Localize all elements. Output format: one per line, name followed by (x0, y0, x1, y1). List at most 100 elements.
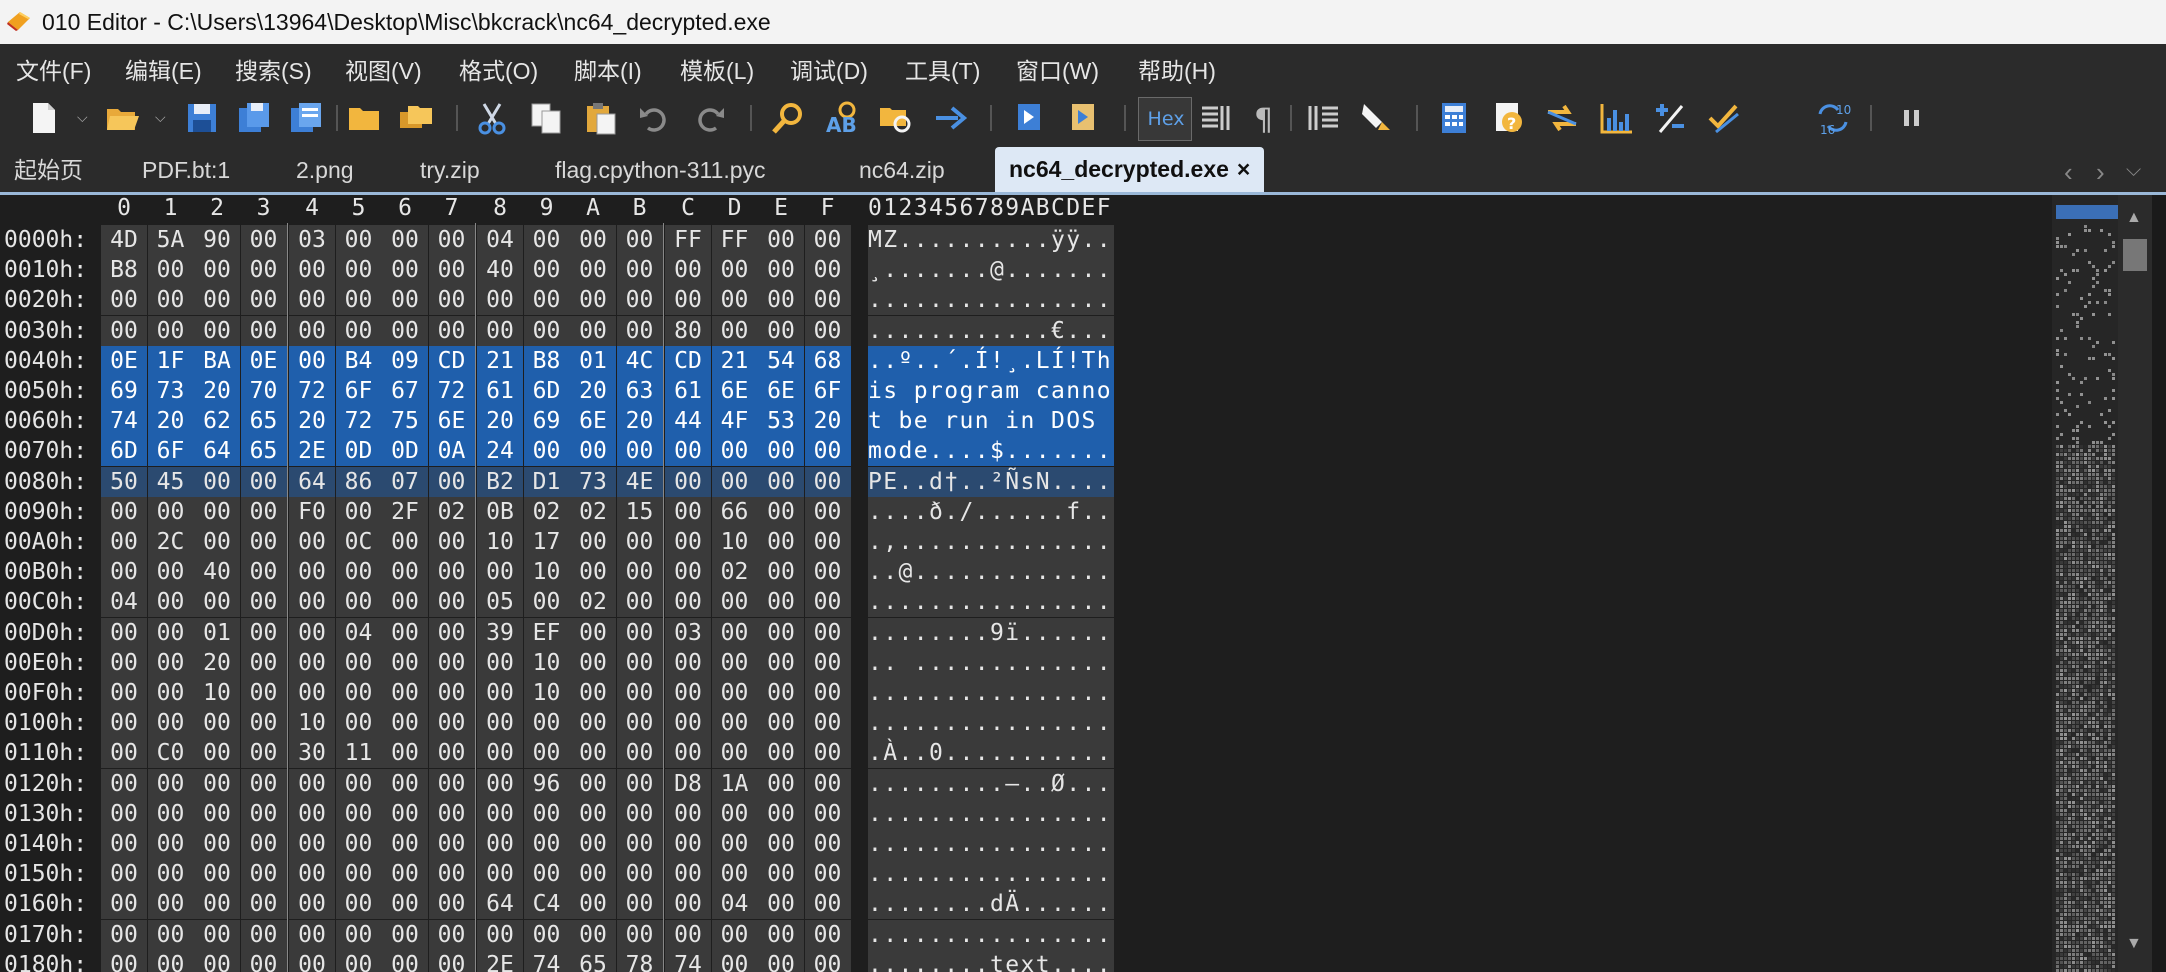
hex-byte[interactable]: 00 (665, 889, 711, 920)
hex-byte[interactable]: 00 (665, 708, 711, 739)
hex-byte[interactable]: 00 (665, 919, 711, 950)
hex-byte[interactable]: 00 (289, 587, 335, 618)
hex-byte[interactable]: 4C (616, 345, 663, 376)
hex-byte[interactable]: 00 (335, 798, 382, 829)
undo-icon[interactable] (636, 100, 672, 136)
hex-byte[interactable]: D1 (523, 466, 570, 497)
hex-byte[interactable]: 00 (758, 919, 804, 950)
hex-byte[interactable]: 00 (147, 859, 194, 890)
hex-byte[interactable]: 00 (804, 798, 851, 829)
hex-byte[interactable]: 00 (523, 436, 570, 467)
hex-byte[interactable]: 00 (804, 678, 851, 708)
hex-byte[interactable]: 00 (711, 436, 758, 467)
hex-byte[interactable]: 00 (147, 678, 194, 708)
hex-byte[interactable]: 00 (711, 708, 758, 739)
hex-byte[interactable]: 00 (758, 496, 804, 527)
hex-byte[interactable]: 00 (428, 889, 475, 920)
hex-byte[interactable]: 00 (665, 587, 711, 618)
hex-byte[interactable]: 00 (240, 889, 287, 920)
compare-icon[interactable] (1544, 100, 1580, 136)
hex-byte[interactable]: 00 (428, 255, 475, 286)
hex-byte[interactable]: 00 (240, 557, 287, 588)
hex-byte[interactable]: 00 (335, 587, 382, 618)
hex-byte[interactable]: 0C (335, 527, 382, 557)
open-folder-dropdown-icon[interactable]: ⌵ (155, 109, 166, 126)
hex-byte[interactable]: 00 (428, 527, 475, 557)
hex-byte[interactable]: 80 (665, 315, 711, 346)
hex-byte[interactable]: 00 (665, 436, 711, 467)
hex-byte[interactable]: 00 (523, 285, 570, 316)
hex-byte[interactable]: 00 (382, 708, 428, 739)
help-doc-icon[interactable]: ? (1490, 100, 1526, 136)
hex-byte[interactable]: 6F (147, 436, 194, 467)
close-tab-icon[interactable]: × (1237, 156, 1250, 182)
hex-byte[interactable]: 00 (711, 798, 758, 829)
hex-byte[interactable]: B8 (523, 345, 570, 376)
hex-byte[interactable]: 6F (335, 376, 382, 406)
hex-byte[interactable]: 00 (477, 315, 523, 346)
hex-byte[interactable]: 00 (194, 859, 240, 890)
hex-byte[interactable]: EF (523, 617, 570, 648)
hex-byte[interactable]: 00 (335, 285, 382, 316)
hex-byte[interactable]: 00 (147, 496, 194, 527)
hex-byte[interactable]: 61 (477, 376, 523, 406)
scroll-up-icon[interactable]: ▲ (2126, 209, 2142, 227)
ascii-cell[interactable]: ........9ï...... (868, 617, 1114, 648)
tab-start-page[interactable]: 起始页 (14, 149, 83, 192)
hex-byte[interactable]: 00 (804, 889, 851, 920)
ascii-cell[interactable]: ................ (868, 798, 1114, 829)
hex-byte[interactable]: 00 (665, 527, 711, 557)
hex-byte[interactable]: 00 (101, 285, 147, 316)
hex-byte[interactable]: 05 (477, 587, 523, 618)
hex-byte[interactable]: 00 (147, 708, 194, 739)
hex-byte[interactable]: 00 (335, 557, 382, 588)
hex-byte[interactable]: 20 (147, 406, 194, 437)
hex-byte[interactable]: 54 (758, 345, 804, 376)
hex-byte[interactable]: 24 (477, 436, 523, 467)
hex-byte[interactable]: 00 (804, 647, 851, 678)
hex-byte[interactable]: 00 (289, 889, 335, 920)
hex-byte[interactable]: 1F (147, 345, 194, 376)
hex-byte[interactable]: 00 (335, 949, 382, 972)
hex-byte[interactable]: 00 (428, 647, 475, 678)
hex-byte[interactable]: 00 (477, 829, 523, 859)
hex-byte[interactable]: 00 (758, 768, 804, 799)
hex-byte[interactable]: B4 (335, 345, 382, 376)
hex-byte[interactable]: 10 (523, 678, 570, 708)
run-template-icon[interactable] (1066, 100, 1102, 136)
hex-byte[interactable]: 10 (289, 708, 335, 739)
hex-byte[interactable]: 00 (616, 738, 663, 769)
hex-byte[interactable]: 00 (335, 678, 382, 708)
hex-byte[interactable]: 00 (335, 859, 382, 890)
hex-byte[interactable]: FF (665, 225, 711, 255)
hex-byte[interactable]: 00 (477, 859, 523, 890)
hex-byte[interactable]: 00 (804, 496, 851, 527)
hex-byte[interactable]: 00 (711, 647, 758, 678)
hex-byte[interactable]: 00 (428, 557, 475, 588)
hex-byte[interactable]: 73 (147, 376, 194, 406)
hex-byte[interactable]: 00 (194, 496, 240, 527)
hex-byte[interactable]: 65 (570, 949, 616, 972)
hex-byte[interactable]: 00 (194, 889, 240, 920)
hex-byte[interactable]: 00 (616, 255, 663, 286)
hex-byte[interactable]: 00 (382, 255, 428, 286)
copy-doc-icon[interactable] (288, 100, 324, 136)
ascii-cell[interactable]: .. ............. (868, 647, 1114, 678)
hex-byte[interactable]: 00 (804, 919, 851, 950)
hex-byte[interactable]: 00 (616, 436, 663, 467)
hex-byte[interactable]: 69 (523, 406, 570, 437)
hex-byte[interactable]: 00 (240, 678, 287, 708)
ascii-cell[interactable]: ..@............. (868, 557, 1114, 588)
hex-byte[interactable]: 00 (335, 255, 382, 286)
hex-byte[interactable]: 00 (570, 889, 616, 920)
hex-byte[interactable]: 6E (711, 376, 758, 406)
tab-flag-pyc[interactable]: flag.cpython-311.pyc (555, 149, 766, 192)
hex-byte[interactable]: 00 (616, 647, 663, 678)
hex-byte[interactable]: 72 (289, 376, 335, 406)
hex-byte[interactable]: 20 (194, 376, 240, 406)
pilcrow-icon[interactable]: ¶ (1250, 100, 1286, 136)
hex-byte[interactable]: 00 (758, 738, 804, 769)
ascii-cell[interactable]: mode....$....... (868, 436, 1114, 467)
hex-byte[interactable]: 00 (570, 225, 616, 255)
hex-byte[interactable]: 2E (477, 949, 523, 972)
